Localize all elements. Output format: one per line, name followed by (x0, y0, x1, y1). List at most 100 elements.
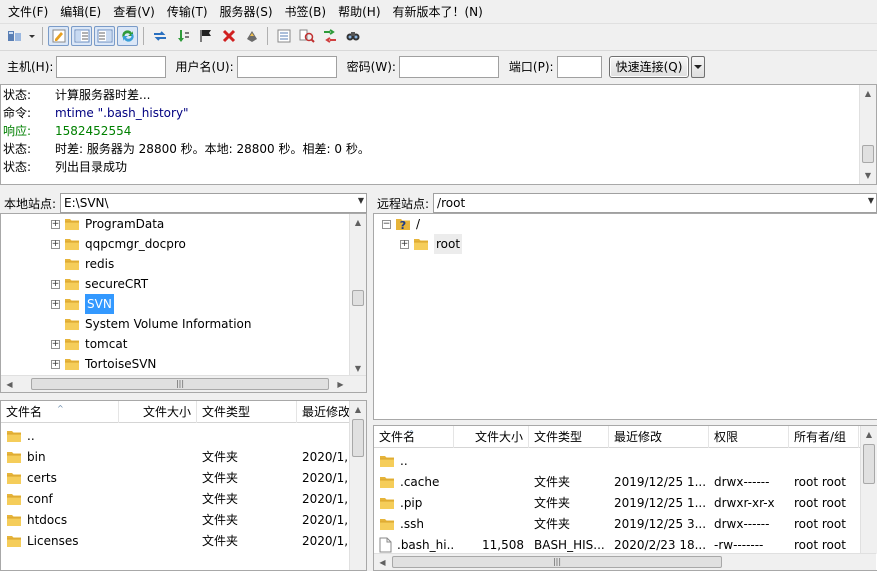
tree-node-label: SVN (85, 294, 114, 314)
file-row[interactable]: bin 文件夹 2020/1, (1, 446, 366, 467)
column-header[interactable]: 文件名 ^ (1, 401, 119, 423)
menu-item[interactable]: 书签(B) (279, 1, 333, 23)
tree-node[interactable]: + TortoiseSVN (51, 354, 156, 374)
local-directory-tree: +ProgramData+qqpcmgr_docpro+redis+secure… (0, 213, 367, 393)
menu-item[interactable]: 有新版本了！(N) (387, 1, 489, 23)
port-input[interactable] (556, 55, 602, 78)
column-header[interactable]: 文件类型 (529, 426, 609, 448)
menu-item[interactable]: 传输(T) (161, 1, 214, 23)
expand-icon[interactable]: + (51, 279, 60, 289)
compare-directories-icon[interactable] (296, 26, 317, 46)
tree-node[interactable]: + root (400, 234, 463, 254)
file-name-cell: Licenses (1, 534, 119, 548)
quickconnect-button[interactable]: 快速连接(Q) (608, 55, 690, 78)
scroll-down-icon[interactable]: ▼ (860, 167, 876, 184)
expand-icon[interactable]: + (51, 359, 60, 369)
menu-item[interactable]: 文件(F) (2, 1, 54, 23)
menu-item[interactable]: 服务器(S) (214, 1, 279, 23)
toggle-queue-icon[interactable] (117, 26, 138, 46)
chevron-down-icon[interactable]: ▼ (358, 196, 364, 205)
file-row[interactable]: .bash_hi... 11,508 BASH_HIS... 2020/2/23 18… (374, 534, 877, 555)
tree-node[interactable]: + qqpcmgr_docpro (51, 234, 186, 254)
menu-item[interactable]: 查看(V) (107, 1, 161, 23)
file-row[interactable]: .ssh 文件夹 2019/12/25 3... drwx------ root roo… (374, 513, 877, 534)
column-header[interactable]: 文件大小 (119, 401, 197, 423)
quickconnect-dropdown-icon[interactable] (691, 55, 706, 78)
cancel-operation-icon[interactable] (195, 26, 216, 46)
scroll-thumb[interactable]: ||| (392, 556, 722, 568)
local-list-header: 文件名 ^ 文件大小 文件类型 最近修改 (1, 401, 366, 423)
scroll-up-icon[interactable]: ▲ (861, 426, 877, 443)
tree-node[interactable]: + tomcat (51, 334, 127, 354)
synchronized-browsing-icon[interactable] (319, 26, 340, 46)
column-header[interactable]: 所有者/组 (789, 426, 859, 448)
tree-node[interactable]: + secureCRT (51, 274, 148, 294)
scroll-up-icon[interactable]: ▲ (860, 85, 876, 102)
tree-node[interactable]: + ProgramData (51, 214, 164, 234)
sort-ascending-icon: ^ (57, 404, 64, 413)
disconnect-icon[interactable] (218, 26, 239, 46)
menu-item[interactable]: 编辑(E) (54, 1, 107, 23)
file-owner: root root (794, 537, 846, 552)
refresh-icon[interactable] (149, 26, 170, 46)
scroll-left-icon[interactable]: ◀ (374, 554, 391, 570)
local-tree-hscrollbar[interactable]: ◀ ||| ▶ (1, 375, 366, 392)
scroll-up-icon[interactable]: ▲ (350, 401, 366, 418)
toggle-log-icon[interactable] (48, 26, 69, 46)
log-scrollbar[interactable]: ▲ ▼ (859, 85, 876, 184)
pane-splitter[interactable] (368, 190, 372, 571)
file-row[interactable]: .pip 文件夹 2019/12/25 1... drwxr-xr-x root roo… (374, 492, 877, 513)
host-input[interactable] (56, 55, 167, 78)
toggle-local-tree-icon[interactable] (71, 26, 92, 46)
password-input[interactable] (398, 55, 499, 78)
file-row[interactable]: Licenses 文件夹 2020/1, (1, 530, 366, 551)
column-header[interactable]: 最近修改 (297, 401, 351, 423)
process-queue-icon[interactable] (172, 26, 193, 46)
scroll-right-icon[interactable]: ▶ (332, 376, 349, 392)
column-header[interactable]: 权限 (709, 426, 789, 448)
menu-item[interactable]: 帮助(H) (332, 1, 386, 23)
file-row[interactable]: certs 文件夹 2020/1, (1, 467, 366, 488)
file-row[interactable]: .cache 文件夹 2019/12/25 1... drwx------ root r… (374, 471, 877, 492)
column-header[interactable]: 文件名 ^ (374, 426, 454, 448)
local-tree-vscrollbar[interactable]: ▲ ▼ (349, 214, 366, 377)
column-header[interactable]: 最近修改 (609, 426, 709, 448)
search-remote-files-icon[interactable] (342, 26, 363, 46)
local-path-combo[interactable]: E:\SVN\ ▼ (60, 193, 367, 213)
remote-path-combo[interactable]: /root ▼ (433, 193, 877, 213)
scroll-left-icon[interactable]: ◀ (1, 376, 18, 392)
remote-list-hscrollbar[interactable]: ◀ ||| (374, 553, 876, 570)
file-row[interactable]: htdocs 文件夹 2020/1, (1, 509, 366, 530)
expand-icon[interactable]: + (51, 239, 60, 249)
file-row[interactable]: conf 文件夹 2020/1, (1, 488, 366, 509)
file-row[interactable]: .. (374, 450, 877, 471)
tree-node[interactable]: + SVN (51, 294, 114, 314)
chevron-down-icon[interactable]: ▼ (868, 196, 874, 205)
scroll-thumb[interactable] (352, 419, 364, 457)
expand-icon[interactable]: + (400, 239, 409, 249)
column-header[interactable]: 文件类型 (197, 401, 297, 423)
expand-icon[interactable]: + (51, 339, 60, 349)
expand-icon[interactable]: + (51, 299, 60, 309)
collapse-icon[interactable]: − (382, 219, 391, 229)
local-list-vscrollbar[interactable]: ▲ (349, 401, 366, 570)
username-input[interactable] (236, 55, 337, 78)
column-header[interactable]: 文件大小 (454, 426, 529, 448)
scroll-thumb[interactable]: ||| (31, 378, 329, 390)
scroll-up-icon[interactable]: ▲ (350, 214, 366, 231)
expand-icon[interactable]: + (51, 219, 60, 229)
scroll-thumb[interactable] (352, 290, 364, 306)
file-name: Licenses (27, 533, 79, 548)
scroll-thumb[interactable] (862, 145, 874, 163)
tree-node[interactable]: −? / (382, 214, 420, 234)
reconnect-icon[interactable] (241, 26, 262, 46)
scroll-thumb[interactable] (863, 444, 875, 484)
remote-list-vscrollbar[interactable]: ▲ (860, 426, 877, 554)
directory-listing-filter-icon[interactable] (273, 26, 294, 46)
toggle-remote-tree-icon[interactable] (94, 26, 115, 46)
site-manager-icon[interactable] (4, 26, 25, 46)
file-row[interactable]: .. (1, 425, 366, 446)
tree-node[interactable]: +redis (51, 254, 114, 274)
site-manager-dropdown-icon[interactable] (27, 26, 37, 46)
tree-node[interactable]: +System Volume Information (51, 314, 251, 334)
